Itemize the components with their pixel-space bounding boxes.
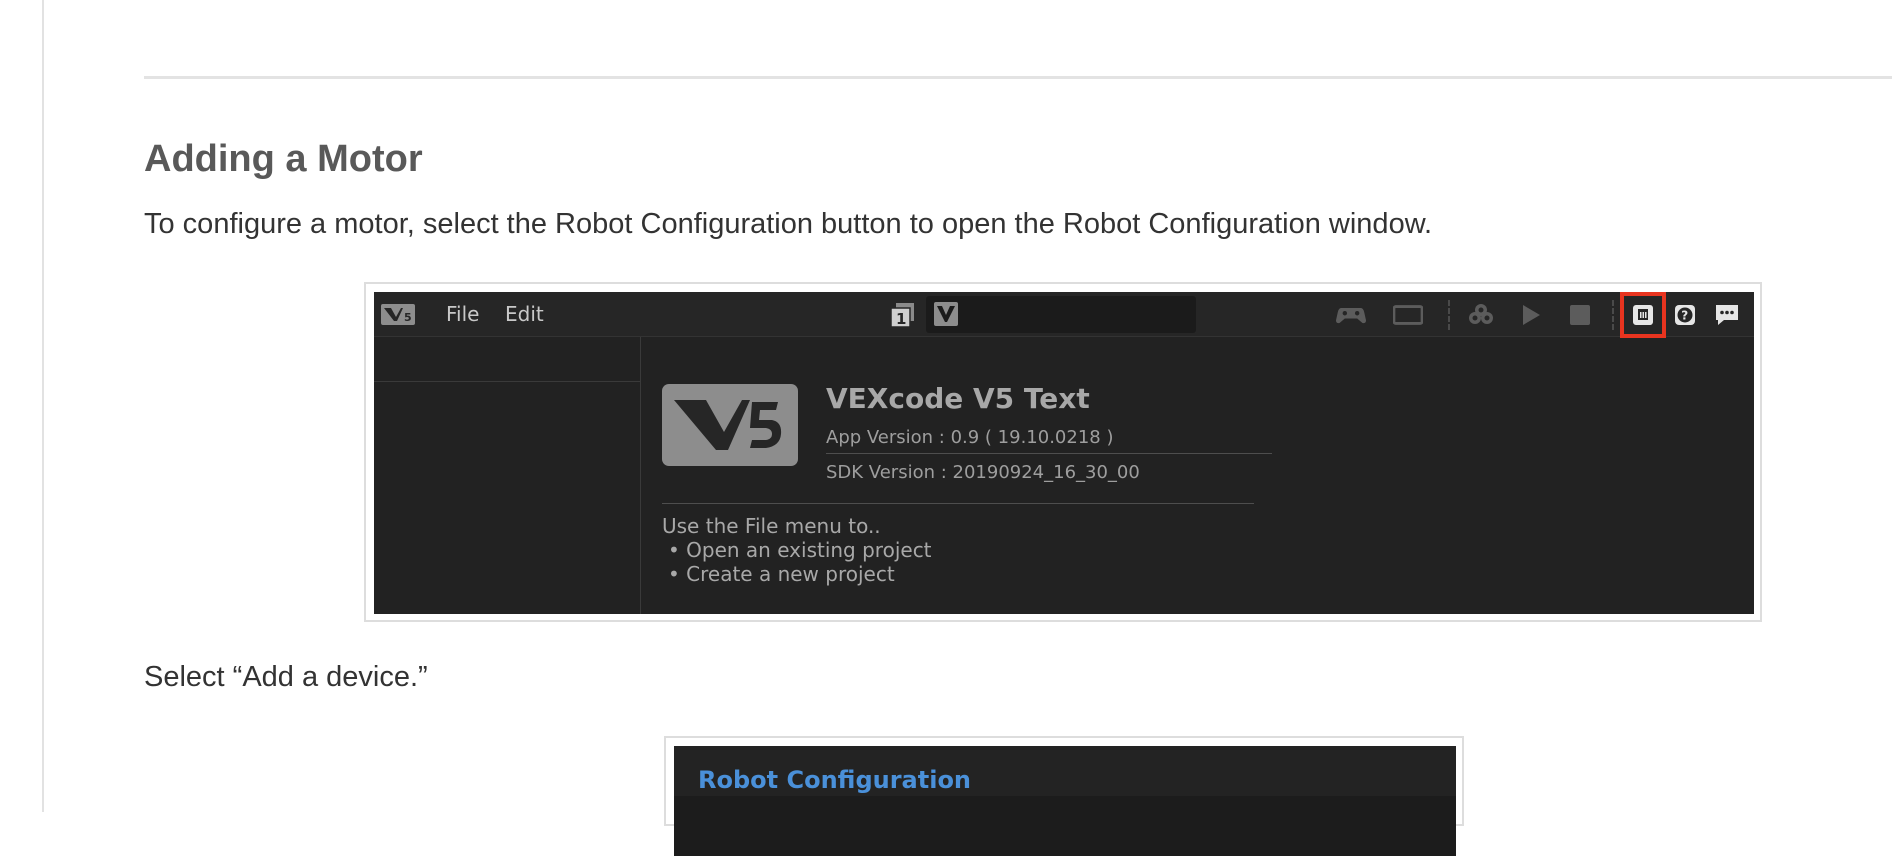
welcome-title: VEXcode V5 Text: [826, 382, 1090, 415]
slot-selector-icon[interactable]: 1: [890, 302, 916, 328]
version-divider: [826, 453, 1272, 454]
robot-configuration-body: [674, 796, 1456, 856]
robot-configuration-highlight: [1620, 292, 1666, 338]
sdk-version: SDK Version : 20190924_16_30_00: [826, 462, 1140, 483]
brain-screen-icon[interactable]: [1393, 301, 1423, 329]
vexcode-v5-logo: [662, 384, 798, 466]
section-heading: Adding a Motor: [144, 138, 423, 180]
robot-configuration-panel: Robot Configuration: [674, 746, 1456, 856]
sidebar-header: [374, 337, 640, 382]
section-divider: [144, 76, 1892, 79]
app-version: App Version : 0.9 ( 19.10.0218 ): [826, 427, 1114, 448]
hint-bullet-create: • Create a new project: [668, 562, 895, 586]
vexcode-window: 5 File Edit 1 ? VEXcode V5 Text App Vers…: [374, 292, 1754, 614]
left-border: [42, 0, 44, 812]
edit-menu[interactable]: Edit: [505, 302, 544, 326]
svg-text:?: ?: [1681, 309, 1688, 323]
vexcode-screenshot-figure: 5 File Edit 1 ? VEXcode V5 Text App Vers…: [364, 282, 1762, 622]
toolbar-separator: [1612, 300, 1614, 330]
file-menu-hint: Use the File menu to..: [662, 514, 881, 538]
instruction-paragraph-1: To configure a motor, select the Robot C…: [144, 208, 1433, 240]
feedback-icon[interactable]: [1712, 301, 1742, 329]
download-icon[interactable]: [1466, 301, 1496, 329]
toolbar-separator: [1448, 300, 1450, 330]
hint-bullet-open: • Open an existing project: [668, 538, 932, 562]
vexcode-menubar: 5 File Edit 1 ?: [374, 292, 1754, 338]
help-icon[interactable]: ?: [1670, 301, 1700, 329]
vex-logo-icon: 5: [381, 304, 415, 325]
welcome-divider: [662, 503, 1254, 504]
controller-icon[interactable]: [1336, 301, 1366, 329]
play-icon[interactable]: [1516, 301, 1546, 329]
robot-configuration-title: Robot Configuration: [698, 766, 972, 794]
vexcode-sidebar: [374, 337, 641, 614]
instruction-paragraph-2: Select “Add a device.”: [144, 661, 428, 693]
project-type-icon: [934, 302, 958, 326]
svg-text:5: 5: [404, 311, 412, 324]
stop-icon[interactable]: [1565, 301, 1595, 329]
file-menu[interactable]: File: [446, 302, 479, 326]
robot-configuration-screenshot-figure: Robot Configuration: [664, 736, 1464, 856]
slot-number: 1: [896, 310, 906, 328]
project-name-field[interactable]: [926, 296, 1196, 333]
